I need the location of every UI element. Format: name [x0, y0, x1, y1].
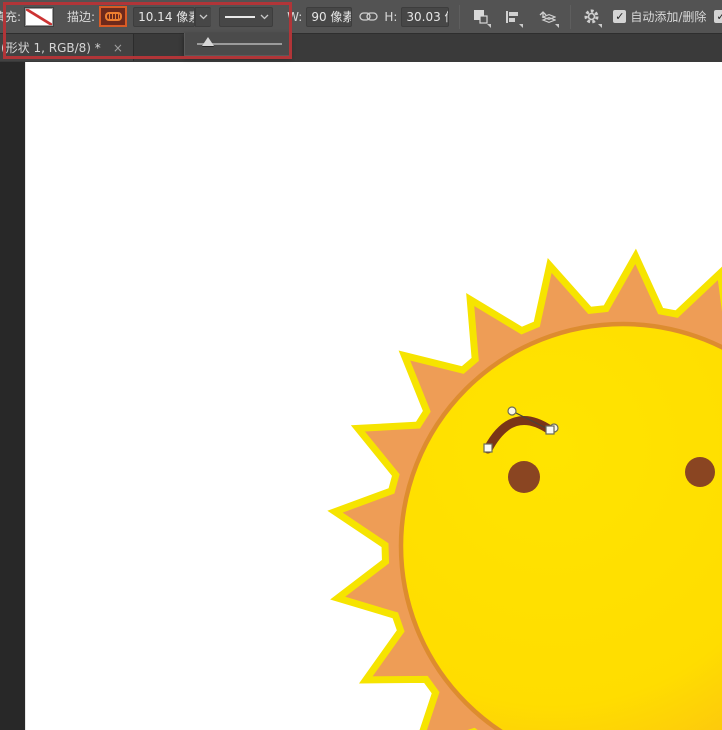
- chain-link-icon: [359, 11, 378, 22]
- path-alignment-icon: [504, 10, 520, 24]
- stroke-width-slider-popup: [184, 33, 290, 56]
- sun-artwork: [26, 62, 722, 730]
- fill-label: 填充:: [0, 8, 21, 25]
- stroke-label: 描边:: [67, 8, 95, 25]
- height-field[interactable]: 30.03 像素: [401, 7, 449, 27]
- document-tab[interactable]: (形状 1, RGB/8) * ×: [0, 34, 134, 61]
- path-anchor-point[interactable]: [546, 426, 554, 434]
- tool-options-bar: 填充: 描边: 10.14 像素 W: 90 像素 H: 30.03 像素: [0, 0, 722, 34]
- link-dimensions-button[interactable]: [357, 4, 379, 30]
- sun-eye-right: [685, 457, 715, 487]
- fill-color-swatch[interactable]: [25, 8, 53, 26]
- dropdown-arrow-icon: [487, 24, 491, 28]
- stroke-width-field[interactable]: 10.14 像素: [133, 7, 195, 27]
- sun-eye-left: [508, 461, 540, 493]
- dropdown-arrow-icon: [598, 24, 602, 28]
- stroke-style-dropdown[interactable]: [219, 7, 273, 27]
- slider-thumb[interactable]: [202, 37, 214, 46]
- stroke-color-swatch[interactable]: [99, 6, 127, 27]
- path-anchor-point[interactable]: [484, 444, 492, 452]
- dropdown-arrow-icon: [555, 24, 559, 28]
- path-arrangement-icon: [536, 9, 556, 25]
- path-arrangement-button[interactable]: [532, 4, 560, 30]
- divider: [570, 5, 571, 29]
- height-label: H:: [384, 10, 397, 24]
- check-icon: ✓: [716, 10, 722, 23]
- chevron-down-icon: [199, 14, 208, 20]
- document-tab-title: (形状 1, RGB/8) *: [1, 39, 101, 56]
- solid-line-icon: [225, 16, 255, 18]
- divider: [459, 5, 460, 29]
- bezier-handle-point[interactable]: [508, 407, 516, 415]
- auto-add-delete-checkbox[interactable]: ✓: [613, 10, 626, 23]
- check-icon: ✓: [615, 10, 624, 23]
- path-operations-icon: [473, 9, 488, 24]
- chevron-down-icon: [260, 14, 269, 20]
- close-icon[interactable]: ×: [113, 41, 123, 55]
- gear-icon: [583, 8, 600, 25]
- align-edges-checkbox[interactable]: ✓: [714, 10, 722, 23]
- width-label: W:: [287, 10, 302, 24]
- path-operations-button[interactable]: [468, 4, 492, 30]
- path-alignment-button[interactable]: [500, 4, 524, 30]
- width-field[interactable]: 90 像素: [306, 7, 352, 27]
- tool-settings-button[interactable]: [579, 4, 603, 30]
- document-tab-bar: (形状 1, RGB/8) * ×: [0, 34, 722, 62]
- stroke-width-dropdown-button[interactable]: [195, 7, 211, 27]
- document-canvas[interactable]: [25, 62, 722, 730]
- stroke-swatch-icon: [105, 12, 122, 21]
- dropdown-arrow-icon: [519, 24, 523, 28]
- auto-add-delete-label: 自动添加/删除: [630, 8, 706, 25]
